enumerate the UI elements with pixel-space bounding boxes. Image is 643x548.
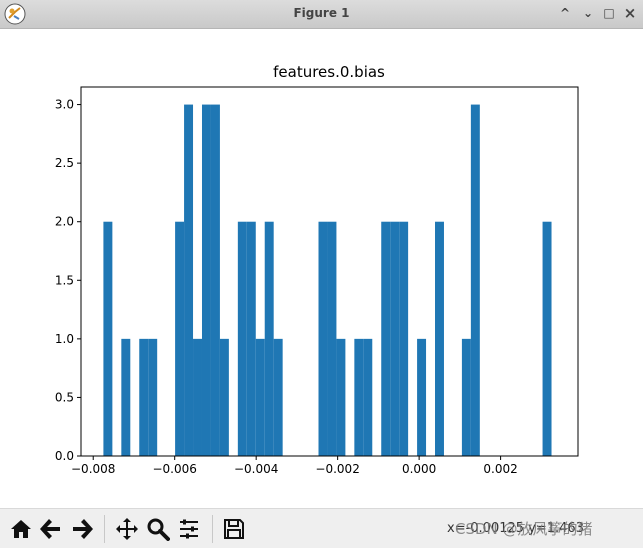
histogram-bar-26 <box>470 104 480 457</box>
toolbar-separator <box>212 515 213 543</box>
histogram-bar-5 <box>184 104 194 457</box>
histogram-bar-11 <box>246 221 256 456</box>
figure-canvas[interactable]: −0.008 −0.006 −0.004 −0.002 0.000 0.002 0.0 0.… <box>0 29 643 507</box>
home-icon[interactable] <box>9 517 33 541</box>
y-tick-label: 2.0 <box>55 215 74 229</box>
histogram-bar-20 <box>381 221 391 456</box>
histogram-bar-15 <box>318 221 328 456</box>
histogram-bar-8 <box>210 104 220 457</box>
histogram-bar-9 <box>219 338 229 456</box>
x-tick-label: 0.000 <box>402 462 436 476</box>
histogram-bar-19 <box>363 338 373 456</box>
x-tick-label: −0.004 <box>234 462 278 476</box>
histogram-bar-16 <box>327 221 337 456</box>
y-axis: 0.0 0.5 1.0 1.5 2.0 2.5 3.0 <box>55 98 81 463</box>
histogram-bar-17 <box>336 338 346 456</box>
x-tick-label: −0.006 <box>152 462 196 476</box>
histogram-bar-13 <box>264 221 274 456</box>
y-tick-label: 3.0 <box>55 98 74 112</box>
histogram-bar-14 <box>273 338 283 456</box>
histogram-bar-23 <box>417 338 427 456</box>
histogram-bar-7 <box>201 104 211 457</box>
x-tick-label: 0.002 <box>483 462 517 476</box>
chart-title: features.0.bias <box>273 63 385 81</box>
back-icon[interactable] <box>39 517 63 541</box>
minimize-button[interactable]: ⌄ <box>579 4 597 22</box>
histogram-bar-12 <box>255 338 265 456</box>
window-title: Figure 1 <box>293 6 350 20</box>
matplotlib-toolbar: x=-0.00125 y=1.463 <box>0 508 643 548</box>
x-tick-label: −0.008 <box>71 462 115 476</box>
histogram-bar-0 <box>103 221 113 456</box>
histogram-bar-4 <box>175 221 185 456</box>
collapse-button[interactable]: ^ <box>556 4 574 22</box>
y-tick-label: 1.5 <box>55 273 74 287</box>
histogram-chart: −0.008 −0.006 −0.004 −0.002 0.000 0.002 0.00.… <box>55 63 579 476</box>
close-button[interactable]: × <box>621 4 639 22</box>
histogram-bar-3 <box>148 338 158 456</box>
histogram-bar-25 <box>461 338 471 456</box>
bars-group <box>103 104 552 457</box>
histogram-bar-18 <box>354 338 364 456</box>
histogram-bar-27 <box>542 221 552 456</box>
x-tick-label: −0.002 <box>315 462 359 476</box>
cursor-coordinates: x=-0.00125 y=1.463 <box>447 521 584 536</box>
maximize-button[interactable]: □ <box>600 4 618 22</box>
y-tick-label: 1.0 <box>55 332 74 346</box>
window-titlebar[interactable]: Figure 1 ^ ⌄ □ × <box>0 0 643 29</box>
y-tick-label: 0.0 <box>55 449 74 463</box>
histogram-bar-6 <box>193 338 202 456</box>
save-icon[interactable] <box>222 517 246 541</box>
histogram-bar-21 <box>390 221 400 456</box>
y-tick-label: 0.5 <box>55 390 74 404</box>
histogram-bar-24 <box>435 221 444 456</box>
histogram-bar-2 <box>139 338 149 456</box>
x-axis: −0.008 −0.006 −0.004 −0.002 0.000 0.002 <box>71 456 518 476</box>
toolbar-separator <box>104 515 105 543</box>
histogram-bar-10 <box>237 221 247 456</box>
forward-icon[interactable] <box>70 517 94 541</box>
zoom-icon[interactable] <box>146 517 170 541</box>
pan-icon[interactable] <box>115 517 139 541</box>
configure-subplots-icon[interactable] <box>177 517 201 541</box>
histogram-bar-22 <box>399 221 409 456</box>
y-tick-label: 2.5 <box>55 156 74 170</box>
histogram-bar-1 <box>121 338 131 456</box>
